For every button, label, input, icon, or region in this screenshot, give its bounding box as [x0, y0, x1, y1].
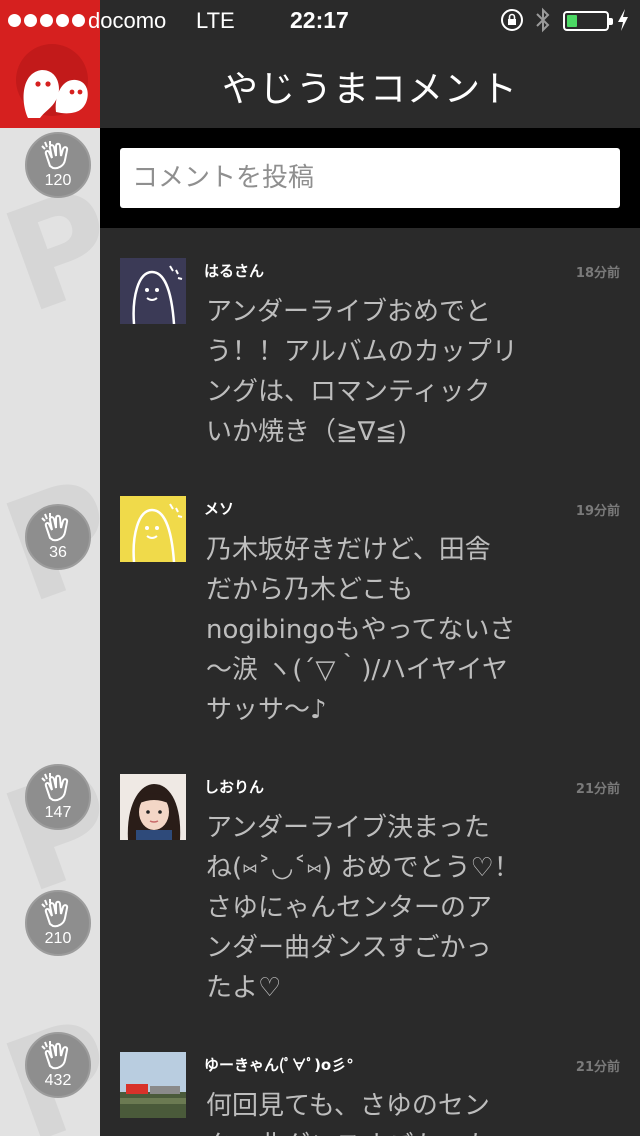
clap-button[interactable]: 120 [25, 132, 91, 198]
side-panel: P P P P 120 36 147 [0, 0, 100, 1136]
clap-button[interactable]: 36 [25, 504, 91, 570]
clap-count: 120 [44, 172, 72, 189]
bluetooth-icon [536, 7, 550, 33]
orientation-lock-icon [501, 9, 523, 31]
carrier-name: docomo [88, 8, 167, 33]
clap-button[interactable]: 210 [25, 890, 91, 956]
comment-input[interactable] [120, 148, 620, 208]
photo-avatar-girl [120, 774, 186, 840]
clap-button[interactable]: 147 [25, 764, 91, 830]
comment-item[interactable]: しおりん 21分前 アンダーライブ決まった ね(⑅˃◡˂⑅) おめでとう♡！ さ… [100, 744, 640, 1024]
comment-username: しおりん [204, 778, 265, 796]
battery-icon [563, 11, 613, 31]
comment-timestamp: 18分前 [575, 266, 620, 281]
user-avatar[interactable] [120, 774, 186, 840]
clap-count: 432 [44, 1072, 72, 1089]
user-avatar[interactable] [120, 1052, 186, 1118]
ghost-avatar-dark [120, 258, 186, 324]
comment-item[interactable]: ゆーきゃん(ﾟ∀ﾟ)o彡° 21分前 何回見ても、さゆのセン ター曲ダンスすごか… [100, 1022, 640, 1136]
comment-timestamp: 21分前 [575, 782, 620, 797]
status-time: 22:17 [290, 7, 349, 33]
comment-text: アンダーライブおめでと う！！アルバムのカップリ ングは、ロマンティック いか焼… [206, 297, 518, 447]
comment-text: 乃木坂好きだけど、田舎 だから乃木どこも nogibingoもやってないさ 〜涙… [206, 535, 516, 725]
charging-icon [618, 9, 628, 31]
comment-timestamp: 19分前 [575, 504, 620, 519]
clap-icon [41, 1041, 69, 1070]
app-header: やじうまコメント [100, 40, 640, 128]
clap-icon [41, 513, 69, 542]
signal-strength-icon [8, 14, 85, 27]
comment-text: 何回見ても、さゆのセン ター曲ダンスすごかった [206, 1091, 491, 1136]
comment-timestamp: 21分前 [575, 1060, 620, 1075]
photo-avatar-landscape [120, 1052, 186, 1118]
comment-username: ゆーきゃん(ﾟ∀ﾟ)o彡° [204, 1056, 354, 1074]
comment-composer [100, 128, 640, 228]
user-avatar[interactable] [120, 496, 186, 562]
comment-username: はるさん [204, 262, 265, 280]
clap-icon [41, 773, 69, 802]
comment-username: メソ [204, 500, 235, 518]
comment-text: アンダーライブ決まった ね(⑅˃◡˂⑅) おめでとう♡！ さゆにゃんセンターのア… [206, 813, 520, 1003]
clap-icon [41, 141, 69, 170]
clap-count: 210 [44, 930, 72, 947]
clap-icon [41, 899, 69, 928]
user-avatar[interactable] [120, 258, 186, 324]
clap-button[interactable]: 432 [25, 1032, 91, 1098]
ghost-avatar-yellow [120, 496, 186, 562]
comment-feed[interactable]: はるさん 18分前 アンダーライブおめでと う！！アルバムのカップリ ングは、ロ… [100, 228, 640, 1136]
clap-count: 147 [44, 804, 72, 821]
network-type: LTE [196, 8, 235, 33]
comment-item[interactable]: はるさん 18分前 アンダーライブおめでと う！！アルバムのカップリ ングは、ロ… [100, 228, 640, 488]
clap-count: 36 [49, 544, 67, 561]
status-bar: docomo LTE 22:17 [0, 0, 640, 40]
comment-item[interactable]: メソ 19分前 乃木坂好きだけど、田舎 だから乃木どこも nogibingoもや… [100, 466, 640, 746]
page-title: やじうまコメント [221, 69, 518, 110]
